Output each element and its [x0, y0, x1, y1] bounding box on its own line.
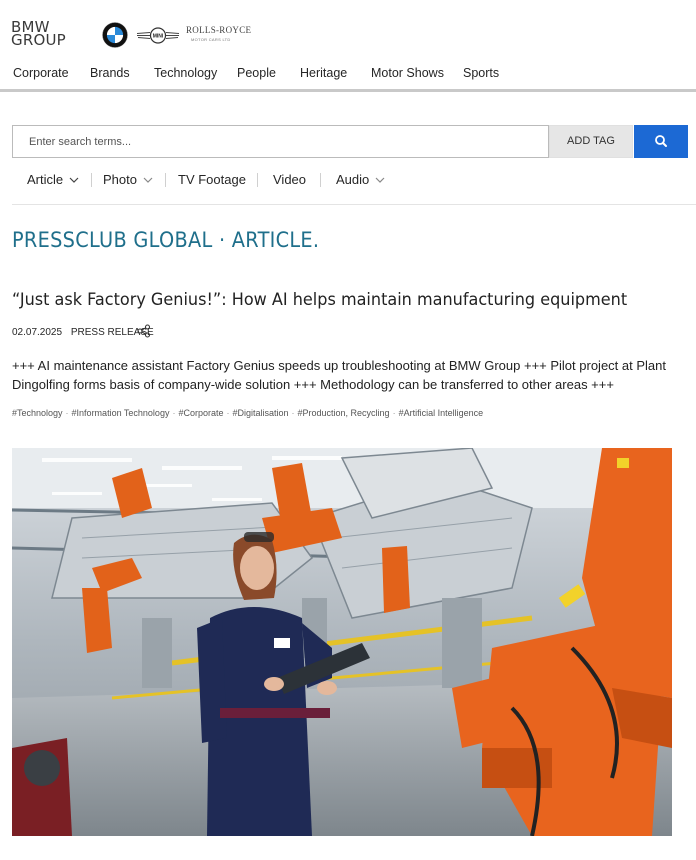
filter-tv-footage[interactable]: TV Footage [178, 172, 246, 187]
bmw-brand-icon[interactable] [102, 22, 128, 48]
filter-audio[interactable]: Audio [336, 172, 385, 187]
nav-corporate[interactable]: Corporate [13, 66, 69, 80]
nav-people[interactable]: People [237, 66, 276, 80]
rolls-royce-name: ROLLS-ROYCE [186, 25, 252, 35]
share-icon[interactable] [137, 324, 151, 338]
divider [257, 173, 258, 187]
tag-link[interactable]: #Production, Recycling [298, 408, 390, 418]
filter-photo-label: Photo [103, 172, 137, 187]
filter-tv-footage-label: TV Footage [178, 172, 246, 187]
tag-separator: · [65, 408, 69, 418]
logo-line2: GROUP [11, 31, 66, 49]
article-hero-image[interactable] [12, 448, 672, 836]
search-bar: ADD TAG [12, 125, 688, 158]
filter-photo[interactable]: Photo [103, 172, 153, 187]
filter-video[interactable]: Video [273, 172, 306, 187]
tag-separator: · [226, 408, 230, 418]
tag-link[interactable]: #Artificial Intelligence [399, 408, 484, 418]
filter-article[interactable]: Article [27, 172, 79, 187]
page-title: PRESSCLUB GLOBAL · ARTICLE. [12, 228, 320, 252]
chevron-down-icon [375, 177, 385, 183]
factory-robot-photo [12, 448, 672, 836]
rolls-royce-brand-logo[interactable]: ROLLS-ROYCE MOTOR CARS LTD [186, 25, 251, 45]
tag-link[interactable]: #Information Technology [72, 408, 170, 418]
tag-separator: · [392, 408, 396, 418]
nav-heritage[interactable]: Heritage [300, 66, 347, 80]
filter-video-label: Video [273, 172, 307, 187]
chevron-down-icon [143, 177, 153, 183]
svg-text:MINI: MINI [153, 34, 164, 40]
article-tags: #Technology · #Information Technology · #Cor… [12, 408, 483, 418]
filter-audio-label: Audio [336, 172, 370, 187]
article-date: 02.07.2025 [12, 327, 63, 338]
search-button[interactable] [634, 125, 688, 158]
search-input[interactable] [12, 125, 549, 158]
divider [165, 173, 166, 187]
nav-sports[interactable]: Sports [463, 66, 499, 80]
rolls-royce-sub: MOTOR CARS LTD [191, 37, 231, 42]
bmw-group-logo[interactable]: BMW GROUP [11, 20, 66, 49]
article-summary: +++ AI maintenance assistant Factory Gen… [12, 358, 666, 392]
nav-brands[interactable]: Brands [90, 66, 130, 80]
nav-technology[interactable]: Technology [154, 66, 217, 80]
tag-separator: · [291, 408, 295, 418]
tag-link[interactable]: #Corporate [178, 408, 223, 418]
tag-link[interactable]: #Digitalisation [232, 408, 288, 418]
divider [12, 204, 696, 205]
tag-link[interactable]: #Technology [12, 408, 63, 418]
divider [320, 173, 321, 187]
divider [91, 173, 92, 187]
article-title: “Just ask Factory Genius!”: How AI helps… [12, 290, 628, 310]
search-icon [655, 135, 667, 147]
mini-brand-icon[interactable]: MINI [137, 27, 179, 44]
filter-article-label: Article [27, 172, 64, 187]
site-header: BMW GROUP MINI ROLLS-ROYCE MOTOR CARS LT… [0, 0, 696, 92]
tag-separator: · [172, 408, 176, 418]
chevron-down-icon [69, 177, 79, 183]
add-tag-button[interactable]: ADD TAG [549, 125, 633, 158]
nav-motor-shows[interactable]: Motor Shows [371, 66, 444, 80]
